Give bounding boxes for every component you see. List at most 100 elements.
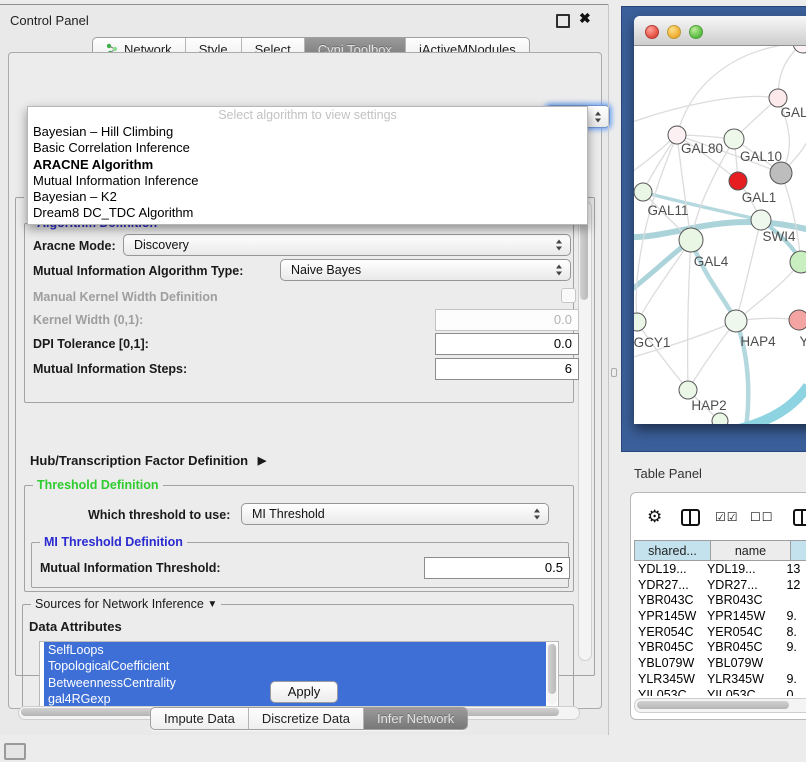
scrollbar-thumb[interactable] <box>637 701 789 709</box>
network-edge[interactable] <box>634 96 778 128</box>
table-row[interactable]: YBR045CYBR045C9. <box>634 640 806 656</box>
close-traffic-light-icon[interactable] <box>645 25 659 39</box>
network-node[interactable] <box>679 228 703 252</box>
combo-arrows-icon <box>556 240 563 251</box>
network-node[interactable] <box>793 46 806 53</box>
screen: Control Panel ✖ Network Style Select Cyn… <box>0 0 806 762</box>
mi-steps-field[interactable]: 6 <box>435 358 579 380</box>
mi-algorithm-type-combo[interactable]: Naive Bayes <box>280 259 571 281</box>
manual-kernel-label: Manual Kernel Width Definition <box>33 290 218 304</box>
network-canvas[interactable]: GALGAL80GAL10GAL1GAL11SWI4GAL4GCY1HAP4YH… <box>634 46 806 424</box>
table-row[interactable]: YER054CYER054C8. <box>634 625 806 641</box>
network-node-label: GAL10 <box>740 149 782 164</box>
table-cell <box>784 593 806 609</box>
minimize-traffic-light-icon[interactable] <box>667 25 681 39</box>
mi-threshold-field[interactable]: 0.5 <box>424 557 570 579</box>
dock-panel-icon[interactable] <box>4 743 26 760</box>
algorithm-option[interactable]: Mutual Information Inference <box>28 173 587 189</box>
network-node-label: HAP4 <box>740 334 776 349</box>
table-row[interactable]: YLR345WYLR345W9. <box>634 672 806 688</box>
tab-impute-data[interactable]: Impute Data <box>151 708 249 729</box>
aracne-mode-combo[interactable]: Discovery <box>123 234 571 256</box>
zoom-traffic-light-icon[interactable] <box>689 25 703 39</box>
network-node[interactable] <box>790 251 806 273</box>
apply-button[interactable]: Apply <box>270 681 338 703</box>
network-edge[interactable] <box>634 240 691 302</box>
network-node[interactable] <box>729 172 747 190</box>
table-row[interactable]: YBR043CYBR043C <box>634 593 806 609</box>
divider-handle[interactable] <box>611 368 617 377</box>
network-edge[interactable] <box>677 46 803 135</box>
table-mode-icon[interactable] <box>793 509 806 526</box>
table-horizontal-scrollbar[interactable] <box>634 698 806 713</box>
table-cell: YER054C <box>705 625 784 641</box>
close-icon[interactable]: ✖ <box>579 10 591 27</box>
scrollbar-thumb[interactable] <box>548 644 556 694</box>
table-panel-title: Table Panel <box>634 466 702 481</box>
network-edge[interactable] <box>634 135 677 182</box>
algorithm-option[interactable]: Bayesian – Hill Climbing <box>28 124 587 140</box>
network-node[interactable] <box>725 310 747 332</box>
mi-type-value: Naive Bayes <box>291 263 361 277</box>
network-node[interactable] <box>789 310 806 330</box>
dpi-tolerance-field[interactable]: 0.0 <box>435 333 579 355</box>
table-cell <box>784 656 806 672</box>
column-header-shared-name[interactable]: shared... <box>634 540 711 561</box>
manual-kernel-checkbox[interactable] <box>561 288 576 303</box>
algorithm-option[interactable]: ARACNE Algorithm <box>28 157 587 173</box>
network-edge[interactable] <box>636 135 677 322</box>
data-attribute-item[interactable]: SelfLoops <box>44 642 546 658</box>
network-edge[interactable] <box>688 240 691 390</box>
expanded-arrow-icon: ▼ <box>207 599 217 610</box>
algorithm-option[interactable]: Bayesian – K2 <box>28 189 587 205</box>
gear-icon[interactable]: ⚙ <box>647 507 662 527</box>
algorithm-option[interactable]: Basic Correlation Inference <box>28 140 587 156</box>
network-node[interactable] <box>634 313 646 331</box>
network-window-titlebar[interactable] <box>634 16 806 46</box>
combo-arrows-icon <box>556 265 563 276</box>
table-row[interactable]: YDL19...YDL19...13 <box>634 562 806 578</box>
network-node[interactable] <box>751 210 771 230</box>
algorithm-dropdown: Select algorithm to view settings Bayesi… <box>27 106 588 225</box>
kernel-width-field[interactable]: 0.0 <box>435 309 579 331</box>
tab-infer-network[interactable]: Infer Network <box>364 708 467 729</box>
panel-divider[interactable] <box>608 4 609 734</box>
collapsed-arrow-icon: ▶ <box>258 455 266 467</box>
sources-group-title[interactable]: Sources for Network Inference ▼ <box>31 597 221 611</box>
table-row[interactable]: YPR145WYPR145W9. <box>634 609 806 625</box>
network-edge[interactable] <box>736 262 801 321</box>
which-threshold-combo[interactable]: MI Threshold <box>241 503 549 525</box>
algorithm-definition-group: Algorithm Definition Aracne Mode: Discov… <box>24 223 574 403</box>
network-node-label: Y <box>799 334 806 349</box>
algorithm-option[interactable]: Dream8 DC_TDC Algorithm <box>28 205 587 221</box>
hub-section-toggle[interactable]: Hub/Transcription Factor Definition ▶ <box>30 453 260 468</box>
network-node[interactable] <box>770 162 792 184</box>
cyni-algorithm-settings-group: Cyni Algorithm Settings Algorithm Defini… <box>15 197 595 676</box>
settings-vertical-scrollbar[interactable] <box>578 201 592 661</box>
network-edge[interactable] <box>643 135 677 192</box>
control-panel-title: Control Panel <box>10 13 89 28</box>
float-window-icon[interactable] <box>556 14 570 28</box>
which-threshold-value: MI Threshold <box>252 507 325 521</box>
select-all-checkboxes-icon[interactable]: ☑☑ <box>715 510 739 524</box>
columns-icon[interactable] <box>681 509 700 526</box>
network-node[interactable] <box>679 381 697 399</box>
data-attribute-item[interactable]: TopologicalCoefficient <box>44 658 546 674</box>
table-cell: YLR345W <box>634 672 705 688</box>
column-header-cut[interactable] <box>791 540 806 561</box>
table-row[interactable]: YBL079WYBL079W <box>634 656 806 672</box>
network-graph: GALGAL80GAL10GAL1GAL11SWI4GAL4GCY1HAP4YH… <box>634 46 806 424</box>
column-header-name[interactable]: name <box>711 540 791 561</box>
table-row[interactable]: YDR27...YDR27...12 <box>634 578 806 594</box>
network-edge[interactable] <box>637 322 688 390</box>
network-node[interactable] <box>724 129 744 149</box>
list-vertical-scrollbar[interactable] <box>547 643 557 705</box>
network-edge[interactable] <box>736 220 761 321</box>
table-cell: YBL079W <box>705 656 784 672</box>
network-node[interactable] <box>634 183 652 201</box>
tab-discretize-data[interactable]: Discretize Data <box>249 708 364 729</box>
network-node[interactable] <box>712 413 728 424</box>
deselect-all-checkboxes-icon[interactable]: ☐☐ <box>750 510 774 524</box>
table-row[interactable]: YIL053CYIL053C0. <box>634 688 806 697</box>
table-cell: YBR045C <box>705 640 784 656</box>
